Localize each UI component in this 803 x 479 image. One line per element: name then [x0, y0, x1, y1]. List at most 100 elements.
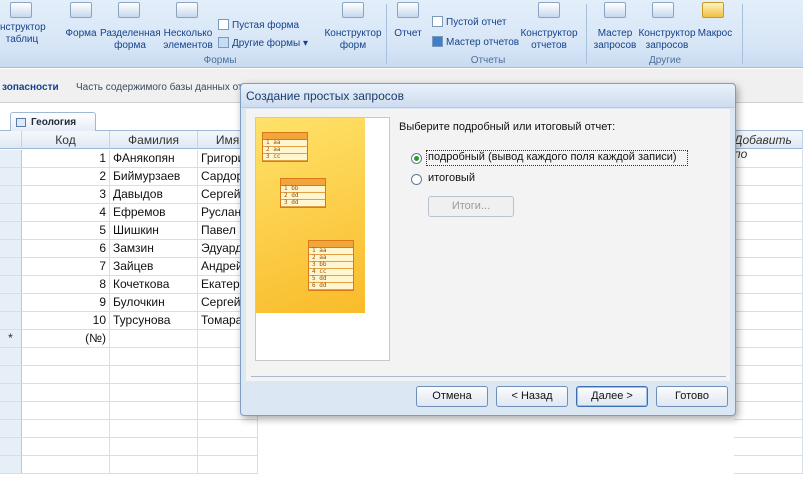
- cell-empty[interactable]: [734, 150, 803, 168]
- query-designer-button[interactable]: Конструктор запросов: [636, 28, 698, 52]
- cell-familiya[interactable]: Биймурзаев: [110, 168, 198, 186]
- row-selector[interactable]: [0, 240, 22, 258]
- report-designer-button[interactable]: Конструктор отчетов: [518, 28, 580, 52]
- split-form-icon[interactable]: [118, 2, 140, 18]
- row-selector[interactable]: [0, 222, 22, 240]
- report-designer-icon[interactable]: [538, 2, 560, 18]
- cell-familiya[interactable]: Турсунова: [110, 312, 198, 330]
- column-header-kod[interactable]: Код: [22, 131, 110, 149]
- row-selector[interactable]: [0, 366, 22, 384]
- multiple-items-icon[interactable]: [176, 2, 198, 18]
- cell-kod[interactable]: (№): [22, 330, 110, 348]
- cell-familiya[interactable]: [110, 420, 198, 438]
- form-icon[interactable]: [70, 2, 92, 18]
- multiple-items-button[interactable]: Несколько элементов: [160, 28, 216, 52]
- macro-icon[interactable]: [702, 2, 724, 18]
- column-header-familiya[interactable]: Фамилия: [110, 131, 198, 149]
- cell-empty[interactable]: [734, 258, 803, 276]
- cell-kod[interactable]: [22, 384, 110, 402]
- cell-empty[interactable]: [734, 294, 803, 312]
- cell-familiya[interactable]: Кочеткова: [110, 276, 198, 294]
- row-selector[interactable]: [0, 348, 22, 366]
- form-button[interactable]: Форма: [64, 28, 98, 40]
- cell-empty[interactable]: [734, 168, 803, 186]
- row-selector[interactable]: [0, 204, 22, 222]
- cell-imya[interactable]: [198, 420, 258, 438]
- cell-familiya[interactable]: Замзин: [110, 240, 198, 258]
- cell-kod[interactable]: 5: [22, 222, 110, 240]
- cell-familiya[interactable]: [110, 438, 198, 456]
- radio-detail[interactable]: [411, 153, 422, 164]
- cell-familiya[interactable]: [110, 384, 198, 402]
- cell-familiya[interactable]: ФАнякопян: [110, 150, 198, 168]
- row-selector[interactable]: [0, 258, 22, 276]
- table-row[interactable]: [0, 438, 803, 456]
- cell-kod[interactable]: [22, 366, 110, 384]
- other-forms-button[interactable]: Другие формы ▾: [218, 37, 308, 50]
- summary-options-button[interactable]: Итоги...: [428, 196, 514, 217]
- cell-kod[interactable]: 2: [22, 168, 110, 186]
- form-designer-button[interactable]: Конструктор форм: [322, 28, 384, 52]
- row-selector[interactable]: [0, 402, 22, 420]
- column-header-add-field[interactable]: Добавить по: [734, 131, 803, 161]
- row-selector[interactable]: [0, 276, 22, 294]
- query-designer-icon[interactable]: [652, 2, 674, 18]
- row-selector[interactable]: *: [0, 330, 22, 348]
- row-selector[interactable]: [0, 294, 22, 312]
- row-selector[interactable]: [0, 150, 22, 168]
- form-designer-icon[interactable]: [342, 2, 364, 18]
- cell-kod[interactable]: 6: [22, 240, 110, 258]
- cell-familiya[interactable]: Зайцев: [110, 258, 198, 276]
- cell-empty[interactable]: [734, 402, 803, 420]
- cell-kod[interactable]: [22, 348, 110, 366]
- table-row[interactable]: [0, 456, 803, 474]
- cell-kod[interactable]: 4: [22, 204, 110, 222]
- cancel-button[interactable]: Отмена: [416, 386, 488, 407]
- row-selector[interactable]: [0, 420, 22, 438]
- cell-kod[interactable]: [22, 420, 110, 438]
- cell-empty[interactable]: [734, 222, 803, 240]
- next-button[interactable]: Далее >: [576, 386, 648, 407]
- row-selector[interactable]: [0, 312, 22, 330]
- cell-empty[interactable]: [734, 330, 803, 348]
- cell-empty[interactable]: [734, 204, 803, 222]
- cell-familiya[interactable]: Булочкин: [110, 294, 198, 312]
- radio-summary-label[interactable]: итоговый: [428, 172, 475, 184]
- cell-kod[interactable]: 1: [22, 150, 110, 168]
- report-wizard-button[interactable]: Мастер отчетов: [432, 36, 519, 49]
- cell-familiya[interactable]: Ефремов: [110, 204, 198, 222]
- tab-geologiya[interactable]: Геология: [10, 112, 96, 132]
- cell-empty[interactable]: [734, 384, 803, 402]
- macro-button[interactable]: Макрос: [694, 28, 736, 40]
- cell-familiya[interactable]: [110, 456, 198, 474]
- cell-empty[interactable]: [734, 366, 803, 384]
- cell-familiya[interactable]: [110, 330, 198, 348]
- blank-form-button[interactable]: Пустая форма: [218, 19, 299, 32]
- cell-kod[interactable]: [22, 438, 110, 456]
- cell-empty[interactable]: [734, 438, 803, 456]
- cell-empty[interactable]: [734, 276, 803, 294]
- cell-kod[interactable]: 10: [22, 312, 110, 330]
- row-selector[interactable]: [0, 384, 22, 402]
- cell-empty[interactable]: [734, 456, 803, 474]
- cell-familiya[interactable]: [110, 402, 198, 420]
- cell-kod[interactable]: 7: [22, 258, 110, 276]
- cell-familiya[interactable]: [110, 348, 198, 366]
- blank-report-button[interactable]: Пустой отчет: [432, 16, 506, 29]
- back-button[interactable]: < Назад: [496, 386, 568, 407]
- cell-kod[interactable]: 3: [22, 186, 110, 204]
- report-icon[interactable]: [397, 2, 419, 18]
- table-designer-button[interactable]: нструктор таблиц: [0, 22, 46, 46]
- cell-kod[interactable]: [22, 456, 110, 474]
- row-selector[interactable]: [0, 168, 22, 186]
- cell-familiya[interactable]: [110, 366, 198, 384]
- cell-kod[interactable]: 8: [22, 276, 110, 294]
- query-wizard-icon[interactable]: [604, 2, 626, 18]
- cell-kod[interactable]: [22, 402, 110, 420]
- row-selector-header[interactable]: [0, 131, 22, 149]
- cell-imya[interactable]: [198, 438, 258, 456]
- cell-empty[interactable]: [734, 186, 803, 204]
- cell-familiya[interactable]: Давыдов: [110, 186, 198, 204]
- cell-imya[interactable]: [198, 456, 258, 474]
- query-wizard-button[interactable]: Мастер запросов: [590, 28, 640, 52]
